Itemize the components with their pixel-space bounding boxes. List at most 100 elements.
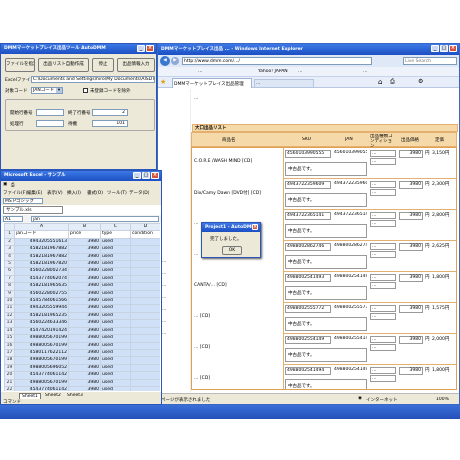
excel-menu-insert[interactable]: 挿入(I) [67,190,81,196]
dialog-title-bar[interactable]: Project1 - AutoDMM × [202,223,260,232]
price-input[interactable]: 3980 [399,336,423,344]
row-header[interactable]: 3 [4,245,15,254]
listing-type-select[interactable]: … [370,305,396,312]
row-header[interactable]: 8 [4,282,15,291]
excel-menu-format[interactable]: 書式(O) [87,190,103,196]
wait-input[interactable]: 101 [92,120,128,127]
header-cell[interactable]: type [100,230,131,239]
workbook-tab[interactable]: サンプル.xls [3,206,63,214]
table-cell[interactable]: 4582181967882 [14,252,69,262]
table-cell[interactable]: used [100,282,131,291]
excel-menu-view[interactable]: 表示(V) [47,190,63,196]
row-header[interactable]: 13 [4,319,15,328]
listing-type-select[interactable]: … [370,181,396,188]
listing-type-select[interactable]: … [370,274,396,281]
table-cell[interactable]: 3980 [68,356,101,365]
excel-menu-tools[interactable]: ツール(T) [107,190,127,196]
row-header[interactable]: 18 [4,356,15,365]
table-cell[interactable]: used [100,289,131,299]
row-header[interactable]: 12 [4,311,15,321]
sidebar-link-1[interactable]: … [162,259,167,264]
sheet-tab-3[interactable]: Sheet3 [65,393,85,398]
note-textarea[interactable]: 中古品です。 [285,379,367,389]
select-file-button[interactable]: ファイルを指定 [5,58,35,72]
table-cell[interactable]: used [100,334,131,343]
header-cell[interactable]: price [68,230,101,239]
table-cell[interactable]: used [100,319,131,328]
sku-input[interactable]: 4943722365141 [285,212,331,220]
table-cell[interactable]: used [100,304,131,313]
table-cell[interactable]: 3980 [68,326,101,336]
header-cell[interactable]: janコード [14,230,69,239]
excel-title-bar[interactable]: Microsoft Excel - サンプル _ □ × [1,171,161,181]
table-cell[interactable] [130,282,160,291]
table-cell[interactable]: used [100,267,131,276]
ie-title-bar[interactable]: DMMマーケットプレイス出品 ... - Windows Internet Ex… [158,44,459,55]
table-cell[interactable]: 4582181965635 [14,282,69,291]
row-header[interactable]: 21 [4,378,15,387]
tools-icon[interactable]: ⚙ [418,78,423,85]
price-input[interactable]: 3980 [399,181,423,189]
listing-type-select[interactable]: … [370,243,396,250]
note-textarea[interactable]: 中古品です。 [285,348,367,362]
favorites-star-icon[interactable]: ★ [160,78,166,86]
table-cell[interactable] [130,319,160,328]
table-cell[interactable] [130,378,160,387]
sku-input[interactable]: 4560103990555 [285,150,331,158]
table-cell[interactable]: 4543774062074 [14,274,69,284]
condition-select[interactable]: … [370,220,396,227]
table-cell[interactable]: used [100,341,131,350]
table-cell[interactable]: 3980 [68,245,101,254]
table-cell[interactable]: 3980 [68,385,101,391]
table-cell[interactable]: 4543774061142 [14,371,69,380]
condition-select[interactable]: … [370,313,396,320]
table-cell[interactable] [130,371,160,380]
table-cell[interactable]: 4543774061142 [14,385,69,391]
table-cell[interactable]: 3980 [68,297,101,306]
row-header[interactable]: 11 [4,304,15,313]
table-cell[interactable]: 3980 [68,252,101,262]
price-input[interactable]: 3980 [399,150,423,158]
table-cell[interactable]: 4582181967820 [14,260,69,269]
table-cell[interactable]: 3980 [68,334,101,343]
table-cell[interactable]: 4988005670199 [14,378,69,387]
excel-print-icon[interactable]: ⎙ [11,182,15,188]
start-row-input[interactable] [36,109,64,116]
close-icon[interactable]: × [449,45,457,52]
excel-menu-edit[interactable]: 編集(E) [27,190,42,196]
note-textarea[interactable]: 中古品です。 [285,162,367,176]
price-input[interactable]: 3980 [399,305,423,313]
table-cell[interactable]: 4988005670199 [14,356,69,365]
sku-input[interactable]: 4988002555772 [285,305,331,313]
home-icon[interactable]: ⌂ [378,78,382,86]
row-header[interactable]: 6 [4,267,15,276]
tool-close-icon[interactable]: × [146,45,154,52]
sku-input[interactable]: 4943722359609 [285,181,331,189]
excel-grid[interactable]: A B C D 1 janコード price type condition 2 4943205551… [4,223,160,391]
header-cell[interactable]: condition [130,230,160,239]
condition-select[interactable]: … [370,282,396,289]
favorite-item-2[interactable]: Yahoo! JAPAN [258,69,288,74]
row-header[interactable]: 17 [4,348,15,358]
table-cell[interactable] [130,237,160,247]
excel-font-select[interactable]: MS Pゴシック [3,198,43,204]
note-textarea[interactable]: 中古品です。 [285,193,367,207]
column-header[interactable]: D [130,223,160,232]
table-cell[interactable]: 4988005670199 [14,341,69,350]
table-cell[interactable]: 3980 [68,237,101,247]
sidebar-link-6[interactable]: … [162,319,167,324]
row-header[interactable]: 5 [4,260,15,269]
row-header[interactable]: 7 [4,274,15,284]
table-cell[interactable] [130,356,160,365]
row-header[interactable]: 14 [4,326,15,336]
table-cell[interactable] [130,289,160,299]
note-textarea[interactable]: 中古品です。 [285,317,367,331]
listing-type-select[interactable]: … [370,212,396,219]
note-textarea[interactable]: 中古品です。 [285,255,367,269]
table-cell[interactable]: used [100,274,131,284]
excel-menu-data[interactable]: データ(D) [129,190,149,196]
auto-create-list-button[interactable]: 出品リスト自動作成 [38,58,89,72]
table-cell[interactable] [130,341,160,350]
table-cell[interactable]: 3980 [68,289,101,299]
ie-tab-2[interactable]: … [254,79,314,88]
